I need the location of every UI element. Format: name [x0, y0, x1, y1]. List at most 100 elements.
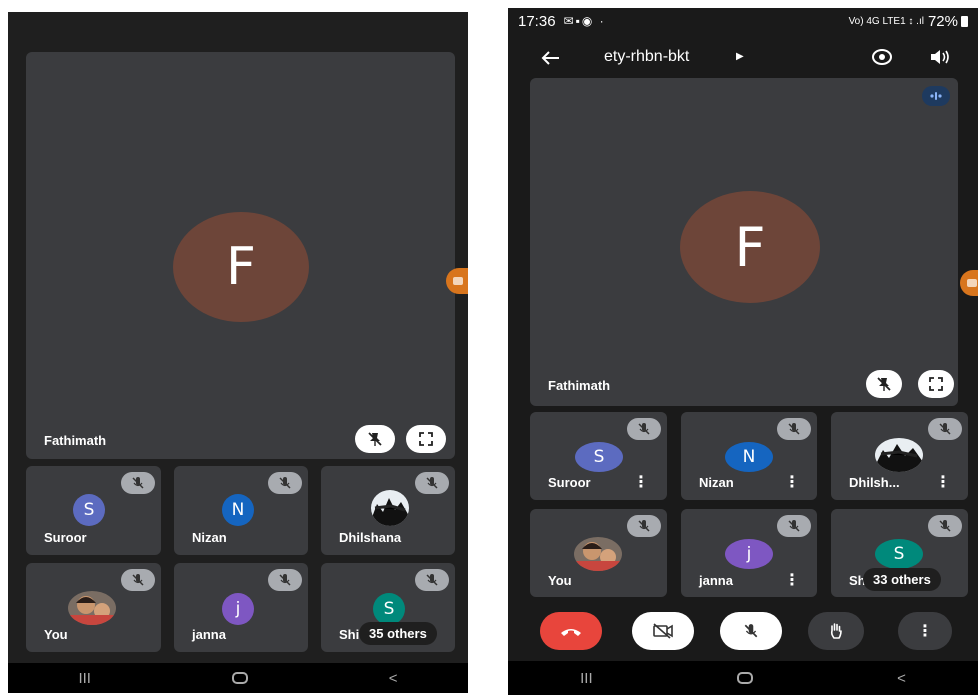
meeting-code[interactable]: ety-rhbn-bkt [604, 48, 689, 66]
participant-name: You [548, 573, 572, 588]
participant-name: Dhilsh... [849, 475, 900, 490]
mic-off-icon [939, 520, 951, 532]
battery-icon [961, 15, 968, 27]
mic-off-indicator [627, 515, 661, 537]
avatar-suroor: S [73, 494, 105, 526]
participant-tile-dhilshana[interactable]: Dhilshana [321, 466, 455, 555]
others-count-badge[interactable]: 35 others [359, 622, 437, 645]
participant-tile-janna[interactable]: j janna [174, 563, 308, 652]
avatar-f: F [680, 191, 820, 303]
participant-name: You [44, 627, 68, 642]
main-speaker-name: Fathimath [548, 378, 611, 393]
phone-screen-right: 17:36 ✉▪◉ · Vo) 4G LTE1 ↕ .ıl 72% ety-rh… [508, 8, 978, 695]
participant-tile-nizan[interactable]: N Nizan ⋮ [681, 412, 817, 500]
meeting-info-caret-icon[interactable]: ▶ [736, 51, 744, 62]
more-options-icon[interactable]: ⋮ [784, 570, 800, 590]
fullscreen-button[interactable] [406, 425, 446, 453]
mic-off-icon [788, 520, 800, 532]
more-options-icon: ⋮ [917, 623, 933, 640]
battery-level: 72% [927, 12, 958, 30]
mic-off-indicator [777, 515, 811, 537]
status-time: 17:36 [518, 12, 556, 30]
participant-tile-suroor[interactable]: S Suroor ⋮ [530, 412, 667, 500]
mic-off-indicator [121, 569, 155, 591]
avatar-suroor: S [575, 442, 623, 472]
participant-tile-others[interactable]: S Shi 35 others [321, 563, 455, 652]
back-nav-icon[interactable]: < [897, 670, 906, 687]
pin-off-button[interactable] [866, 370, 902, 398]
main-speaker-tile[interactable]: F Fathimath [26, 52, 455, 459]
avatar-f: F [173, 212, 309, 322]
mic-off-icon [744, 624, 758, 638]
mic-off-indicator [268, 569, 302, 591]
participant-tile-janna[interactable]: j janna ⋮ [681, 509, 817, 597]
back-nav-icon[interactable]: < [389, 670, 398, 687]
raise-hand-button[interactable] [808, 612, 864, 650]
mic-off-icon [132, 477, 144, 489]
call-controls-bar: ⋮ [508, 604, 978, 656]
participant-name: Suroor [548, 475, 591, 490]
avatar-nizan: N [725, 442, 773, 472]
hand-raise-icon [830, 623, 842, 639]
fullscreen-button[interactable] [918, 370, 954, 398]
speaker-icon[interactable] [929, 48, 951, 66]
participant-name: janna [699, 573, 733, 588]
more-options-icon[interactable]: ⋮ [935, 472, 951, 492]
phone-screen-left: F Fathimath S Suroor N Nizan Dhilshana Y… [8, 12, 468, 693]
mic-off-icon [279, 477, 291, 489]
avatar-you-photo [574, 537, 622, 571]
mic-off-indicator [415, 569, 449, 591]
participant-name: Nizan [699, 475, 734, 490]
end-call-icon [561, 629, 581, 636]
participant-name: janna [192, 627, 226, 642]
mic-off-indicator [777, 418, 811, 440]
side-panel-tab[interactable] [960, 270, 978, 296]
recent-apps-icon[interactable]: III [580, 670, 593, 687]
camera-toggle-button[interactable] [632, 612, 694, 650]
avatar-nizan: N [222, 494, 254, 526]
mic-off-indicator [121, 472, 155, 494]
main-speaker-name: Fathimath [44, 433, 107, 448]
end-call-button[interactable] [540, 612, 602, 650]
back-arrow-icon[interactable] [540, 50, 560, 66]
participant-tile-nizan[interactable]: N Nizan [174, 466, 308, 555]
pin-off-button[interactable] [355, 425, 395, 453]
participant-tile-suroor[interactable]: S Suroor [26, 466, 161, 555]
home-icon[interactable] [231, 672, 248, 684]
mic-off-indicator [928, 515, 962, 537]
participant-name: Suroor [44, 530, 87, 545]
status-bar: 17:36 ✉▪◉ · Vo) 4G LTE1 ↕ .ıl 72% [508, 8, 978, 34]
main-speaker-tile[interactable]: F Fathimath [530, 78, 958, 406]
mic-off-icon [638, 520, 650, 532]
avatar-dhilshana-photo [371, 490, 409, 526]
pin-off-icon [368, 432, 382, 446]
home-icon[interactable] [736, 672, 753, 684]
more-options-icon[interactable]: ⋮ [784, 472, 800, 492]
participant-tile-you[interactable]: You [26, 563, 161, 652]
participant-tile-dhilshana[interactable]: Dhilsh... ⋮ [831, 412, 968, 500]
recent-apps-icon[interactable]: III [78, 670, 91, 687]
participant-tile-you[interactable]: You [530, 509, 667, 597]
mic-off-icon [788, 423, 800, 435]
more-options-icon[interactable]: ⋮ [633, 472, 649, 492]
avatar-janna: j [725, 539, 773, 569]
android-nav-bar: III < [508, 661, 978, 695]
avatar-initial: F [226, 237, 256, 297]
side-panel-tab[interactable] [446, 268, 468, 294]
fullscreen-icon [419, 432, 433, 446]
mic-toggle-button[interactable] [720, 612, 782, 650]
pin-off-icon [877, 377, 891, 391]
others-count-badge[interactable]: 33 others [863, 568, 941, 591]
avatar-dhilshana-photo [875, 438, 923, 472]
mic-off-icon [279, 574, 291, 586]
avatar-initial: F [734, 215, 766, 279]
meeting-top-bar: ety-rhbn-bkt ▶ [508, 38, 978, 78]
mic-off-indicator [268, 472, 302, 494]
participant-tile-others[interactable]: S Shi 33 others [831, 509, 968, 597]
mic-off-icon [939, 423, 951, 435]
switch-camera-icon[interactable] [871, 47, 893, 67]
more-options-button[interactable]: ⋮ [898, 612, 952, 650]
mic-off-indicator [928, 418, 962, 440]
mic-off-indicator [415, 472, 449, 494]
mic-off-icon [132, 574, 144, 586]
